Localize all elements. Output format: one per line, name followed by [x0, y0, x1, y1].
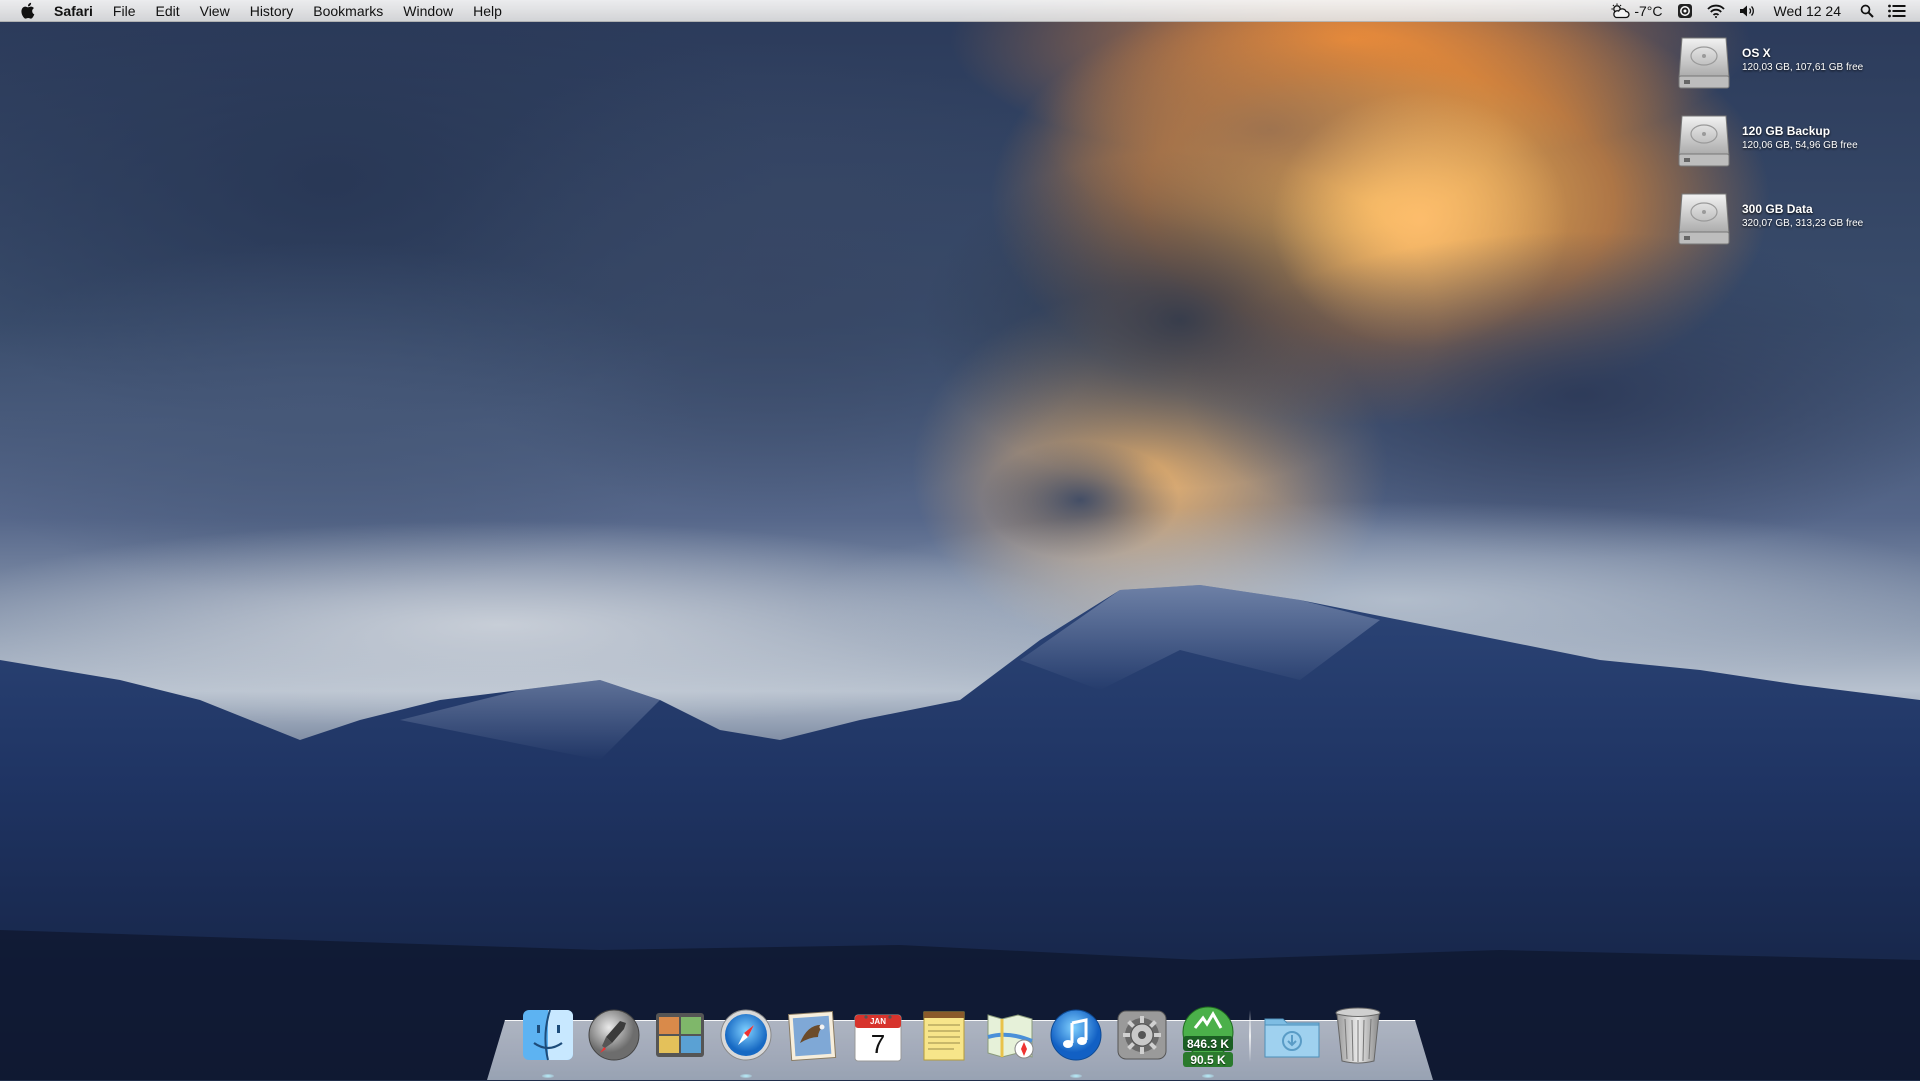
itunes-icon [1048, 1007, 1104, 1068]
hard-drive-icon [1676, 190, 1732, 248]
volume-icon [1739, 4, 1755, 18]
dock-item-notes[interactable] [915, 1006, 973, 1068]
dock-item-launchpad[interactable] [585, 1006, 643, 1068]
photobooth-icon [652, 1007, 708, 1068]
dock-item-itunes[interactable] [1047, 1006, 1105, 1078]
menu-help[interactable]: Help [463, 0, 512, 22]
system-preferences-icon [1114, 1007, 1170, 1068]
running-indicator [1202, 1074, 1214, 1078]
dock-item-system-preferences[interactable] [1113, 1006, 1171, 1068]
dock-item-trash[interactable] [1329, 1006, 1387, 1068]
desktop-volume-data[interactable]: 300 GB Data 320,07 GB, 313,23 GB free [1676, 190, 1916, 254]
weather-status[interactable]: -7°C [1603, 0, 1669, 22]
trash-icon [1333, 1005, 1383, 1070]
wifi-status[interactable] [1700, 0, 1732, 22]
wifi-icon [1706, 4, 1725, 18]
dock-item-network-monitor[interactable]: 846.3 K 90.5 K [1179, 1006, 1237, 1078]
status-area: -7°C Wed 12 24 [1603, 0, 1920, 22]
spotlight-icon [1860, 4, 1874, 18]
calendar-day: 7 [870, 1029, 886, 1059]
system-monitor-status[interactable] [1670, 0, 1700, 22]
calendar-icon: JAN 7 [850, 1009, 906, 1065]
notes-icon [916, 1007, 972, 1068]
volume-name: OS X [1742, 46, 1771, 60]
dock-item-mail[interactable] [783, 1006, 841, 1068]
dock-item-maps[interactable] [981, 1006, 1039, 1068]
volume-info: 320,07 GB, 313,23 GB free [1742, 218, 1864, 229]
volume-info: 120,06 GB, 54,96 GB free [1742, 140, 1858, 151]
finder-icon [520, 1007, 576, 1068]
dock-item-calendar[interactable]: JAN 7 [849, 1006, 907, 1068]
hard-drive-icon [1676, 112, 1732, 170]
download-rate: 90.5 K [1190, 1053, 1226, 1067]
menu-edit[interactable]: Edit [145, 0, 189, 22]
volume-name: 300 GB Data [1742, 202, 1813, 216]
volume-info: 120,03 GB, 107,61 GB free [1742, 62, 1864, 73]
menu-file[interactable]: File [103, 0, 146, 22]
volume-name: 120 GB Backup [1742, 124, 1831, 138]
launchpad-icon [586, 1007, 642, 1068]
menu-window[interactable]: Window [393, 0, 463, 22]
menu-bookmarks[interactable]: Bookmarks [303, 0, 393, 22]
notification-center-icon [1888, 4, 1906, 18]
running-indicator [542, 1074, 554, 1078]
dock-item-safari[interactable] [717, 1006, 775, 1078]
menu-history[interactable]: History [240, 0, 304, 22]
menu-app-safari[interactable]: Safari [50, 0, 103, 22]
downloads-folder-icon [1262, 1007, 1322, 1068]
desktop-volume-backup[interactable]: 120 GB Backup 120,06 GB, 54,96 GB free [1676, 112, 1916, 176]
dock: JAN 7 846.3 K 90.5 K [515, 998, 1391, 1078]
notification-center-button[interactable] [1881, 0, 1920, 22]
volume-status[interactable] [1732, 0, 1762, 22]
spotlight-button[interactable] [1853, 0, 1881, 22]
clock[interactable]: Wed 12 24 [1762, 0, 1853, 22]
mail-icon [784, 1007, 840, 1068]
desktop-volume-os-x[interactable]: OS X 120,03 GB, 107,61 GB free [1676, 34, 1916, 98]
dock-separator [1249, 1010, 1251, 1062]
partly-cloudy-icon [1610, 3, 1630, 19]
system-monitor-icon [1677, 3, 1693, 19]
safari-icon [718, 1007, 774, 1068]
upload-rate: 846.3 K [1186, 1037, 1230, 1051]
mountain-range [0, 585, 1920, 1080]
desktop-wallpaper [0, 0, 1920, 1080]
temperature-readout: -7°C [1634, 3, 1663, 19]
dock-item-downloads[interactable] [1263, 1006, 1321, 1068]
running-indicator [740, 1074, 752, 1078]
menu-view[interactable]: View [190, 0, 240, 22]
dock-item-photo-booth[interactable] [651, 1006, 709, 1068]
apple-menu-icon[interactable] [18, 2, 36, 20]
hard-drive-icon [1676, 34, 1732, 92]
dock-item-finder[interactable] [519, 1006, 577, 1078]
calendar-month: JAN [869, 1017, 886, 1026]
menu-bar: Safari File Edit View History Bookmarks … [0, 0, 1920, 22]
maps-icon [982, 1007, 1038, 1068]
running-indicator [1070, 1074, 1082, 1078]
